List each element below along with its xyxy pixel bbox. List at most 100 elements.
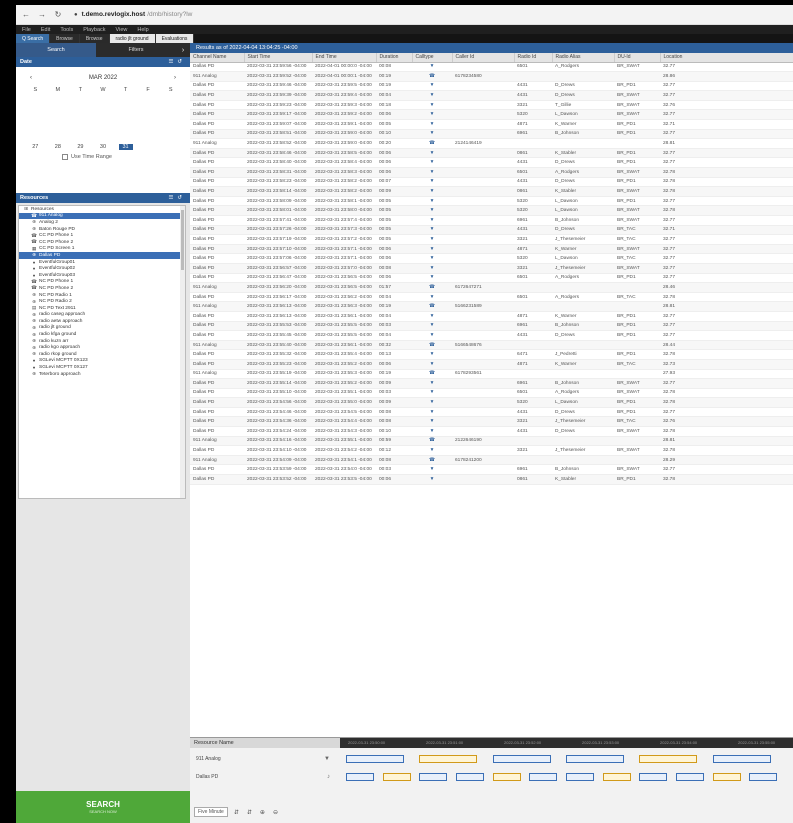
tab-filters[interactable]: Filters (96, 43, 176, 57)
table-row[interactable]: Dallas PD 2022-03-31 23:59:46 -04:00 2022-… (190, 81, 793, 92)
table-row[interactable]: Dallas PD 2022-03-31 23:58:40 -04:00 2022-… (190, 157, 793, 169)
table-row[interactable]: Dallas PD 2022-03-31 23:57:26 -04:00 2022-… (190, 225, 793, 236)
tab-search-mode[interactable]: Search (16, 43, 96, 57)
zoom-step-icon[interactable]: ⇵ (234, 809, 239, 816)
timeline-track[interactable] (340, 773, 793, 787)
table-row[interactable]: Dallas PD 2022-03-31 23:59:39 -04:00 2022-… (190, 90, 793, 101)
tree-item[interactable]: ⊛ radio aetw approach (19, 318, 185, 325)
menu-item[interactable]: Tools (60, 27, 73, 33)
table-row[interactable]: Dallas PD 2022-03-31 23:59:23 -04:00 2022-… (190, 100, 793, 111)
column-header[interactable]: Caller Id (452, 53, 515, 63)
table-row[interactable]: 911 Analog 2022-03-31 23:58:52 -04:00 2022… (190, 138, 793, 149)
column-header[interactable]: Radio Id (514, 53, 553, 63)
table-row[interactable]: Dallas PD 2022-03-31 23:57:19 -04:00 2022-… (190, 234, 793, 245)
app-tab[interactable]: Browse (79, 34, 110, 43)
column-header[interactable]: Start Time (244, 53, 313, 63)
recording-segment[interactable] (749, 773, 778, 781)
search-button[interactable]: SEARCH SEARCH NOW (16, 791, 190, 823)
table-row[interactable]: Dallas PD 2022-03-31 23:58:31 -04:00 2022-… (190, 167, 793, 178)
app-tab[interactable]: Evaluations (155, 34, 195, 43)
tree-item[interactable]: ⊛ NC PD Radio 2 (19, 298, 185, 305)
tree-item[interactable]: ⊛ Analog 2 (19, 219, 185, 226)
table-row[interactable]: Dallas PD 2022-03-31 23:57:41 -04:00 2022-… (190, 215, 793, 226)
table-row[interactable]: Dallas PD 2022-03-31 23:55:53 -04:00 2022-… (190, 321, 793, 332)
column-header[interactable]: Calltype (412, 53, 453, 63)
table-row[interactable]: Dallas PD 2022-03-31 23:55:32 -04:00 2022-… (190, 349, 793, 360)
zoom-out-icon[interactable]: ⊖ (273, 809, 278, 816)
recording-segment[interactable] (492, 773, 521, 781)
calendar-day[interactable]: 28 (51, 144, 65, 150)
recording-segment[interactable] (566, 755, 624, 763)
recording-segment[interactable] (492, 755, 551, 763)
table-row[interactable]: Dallas PD 2022-03-31 23:55:45 -04:00 2022-… (190, 330, 793, 341)
chevron-right-icon[interactable]: › (176, 43, 190, 57)
table-row[interactable]: Dallas PD 2022-03-31 23:56:57 -04:00 2022-… (190, 263, 793, 274)
recording-segment[interactable] (346, 773, 374, 781)
tree-item[interactable]: ⊛ radio kfga ground (19, 331, 185, 338)
app-tab[interactable]: radio jlt ground (109, 34, 156, 43)
tree-item[interactable]: ● SGLevi MCPTT 0X127 (19, 364, 185, 371)
tree-item[interactable]: ☎ NC PD Phone 2 (19, 285, 185, 292)
table-row[interactable]: 911 Analog 2022-03-31 23:59:52 -04:00 2022… (190, 71, 793, 82)
table-row[interactable]: Dallas PD 2022-03-31 23:59:17 -04:00 2022-… (190, 109, 793, 121)
table-row[interactable]: 911 Analog 2022-03-31 23:54:09 -04:00 2022… (190, 455, 793, 466)
app-tab[interactable]: Browse (50, 34, 80, 43)
timeline-ruler[interactable]: 2022-03-31 23:50:00 2022-03-31 23:51:00 20… (340, 738, 793, 748)
table-row[interactable]: Dallas PD 2022-03-31 23:56:17 -04:00 2022-… (190, 292, 793, 303)
table-row[interactable]: Dallas PD 2022-03-31 23:53:52 -04:00 2022-… (190, 474, 793, 485)
volume-icon[interactable]: ♪ (327, 774, 330, 780)
recording-segment[interactable] (566, 773, 594, 781)
app-tab[interactable]: Q Search (16, 34, 51, 43)
tree-item[interactable]: ● SGLevi MCPTT 0X123 (19, 358, 185, 365)
tree-item[interactable]: ⊛ Dallas PD (19, 252, 185, 259)
table-row[interactable]: Dallas PD 2022-03-31 23:56:13 -04:00 2022-… (190, 311, 793, 322)
calendar-day-selected[interactable]: 31 (118, 144, 133, 150)
recording-segment[interactable] (639, 773, 668, 781)
table-row[interactable]: Dallas PD 2022-03-31 23:56:47 -04:00 2022-… (190, 273, 793, 284)
address-bar[interactable]: ● t.demo.revlogix.host /dmb/history?lw (74, 11, 192, 18)
table-row[interactable]: Dallas PD 2022-03-31 23:55:10 -04:00 2022-… (190, 388, 793, 399)
zoom-select[interactable]: Five Minute (194, 807, 228, 817)
table-row[interactable]: Dallas PD 2022-03-31 23:59:07 -04:00 2022-… (190, 119, 793, 130)
table-row[interactable]: Dallas PD 2022-03-31 23:58:01 -04:00 2022-… (190, 205, 793, 216)
section-controls[interactable]: ☰↺ (168, 195, 186, 201)
tree-item[interactable]: ● EventfulGroup03 (19, 272, 185, 279)
menu-item[interactable]: File (22, 27, 31, 33)
tree-item[interactable]: ⊛ radio kgo approach (19, 344, 185, 351)
column-header[interactable]: End Time (312, 53, 377, 63)
menu-item[interactable]: Help (137, 27, 148, 33)
recording-segment[interactable] (382, 773, 411, 781)
tree-item[interactable]: ⊛ radio kuzn arr (19, 338, 185, 345)
tree-item[interactable]: ● EventfulGroup02 (19, 265, 185, 272)
tree-item[interactable]: ⊞ Resources (19, 206, 185, 213)
table-row[interactable]: 911 Analog 2022-03-31 23:54:16 -04:00 2022… (190, 436, 793, 447)
table-row[interactable]: 911 Analog 2022-03-31 23:56:13 -04:00 2022… (190, 301, 793, 312)
calendar-day[interactable]: 29 (73, 144, 87, 150)
column-header[interactable]: Location (660, 53, 793, 63)
calendar-day[interactable]: 27 (28, 144, 42, 150)
tree-item[interactable]: ☎ NC PD Phone 1 (19, 279, 185, 286)
section-controls[interactable]: ☰↺ (168, 59, 186, 65)
tree-item[interactable]: ▤ NC PD Text 2911 (19, 305, 185, 312)
tree-item[interactable]: ⊛ NC PD Radio 1 (19, 292, 185, 299)
tree-item[interactable]: ⊛ radio rkop ground (19, 351, 185, 358)
menu-item[interactable]: View (116, 27, 128, 33)
column-header[interactable]: Duration (376, 53, 413, 63)
reload-icon[interactable]: ↻ (52, 10, 64, 19)
table-row[interactable]: Dallas PD 2022-03-31 23:55:23 -04:00 2022-… (190, 359, 793, 370)
tree-item[interactable]: ▦ CC PD Screen 1 (19, 246, 185, 253)
table-row[interactable]: Dallas PD 2022-03-31 23:54:24 -04:00 2022-… (190, 426, 793, 437)
zoom-in-icon[interactable]: ⊕ (260, 809, 265, 816)
table-row[interactable]: 911 Analog 2022-03-31 23:55:40 -04:00 2022… (190, 340, 793, 351)
tree-item[interactable]: ⊛ radio jlt ground (19, 325, 185, 332)
recording-segment[interactable] (419, 773, 448, 781)
table-row[interactable]: Dallas PD 2022-03-31 23:53:59 -04:00 2022-… (190, 464, 793, 476)
recording-segment[interactable] (676, 773, 704, 781)
recording-segment[interactable] (419, 755, 478, 763)
recording-segment[interactable] (346, 755, 404, 763)
table-row[interactable]: Dallas PD 2022-03-31 23:54:56 -04:00 2022-… (190, 397, 793, 408)
table-row[interactable]: Dallas PD 2022-03-31 23:58:09 -04:00 2022-… (190, 196, 793, 207)
column-header[interactable]: DU-Id (614, 53, 661, 63)
tree-item[interactable]: ⊛ radio caseg approach (19, 312, 185, 319)
table-row[interactable]: Dallas PD 2022-03-31 23:58:23 -04:00 2022-… (190, 177, 793, 188)
